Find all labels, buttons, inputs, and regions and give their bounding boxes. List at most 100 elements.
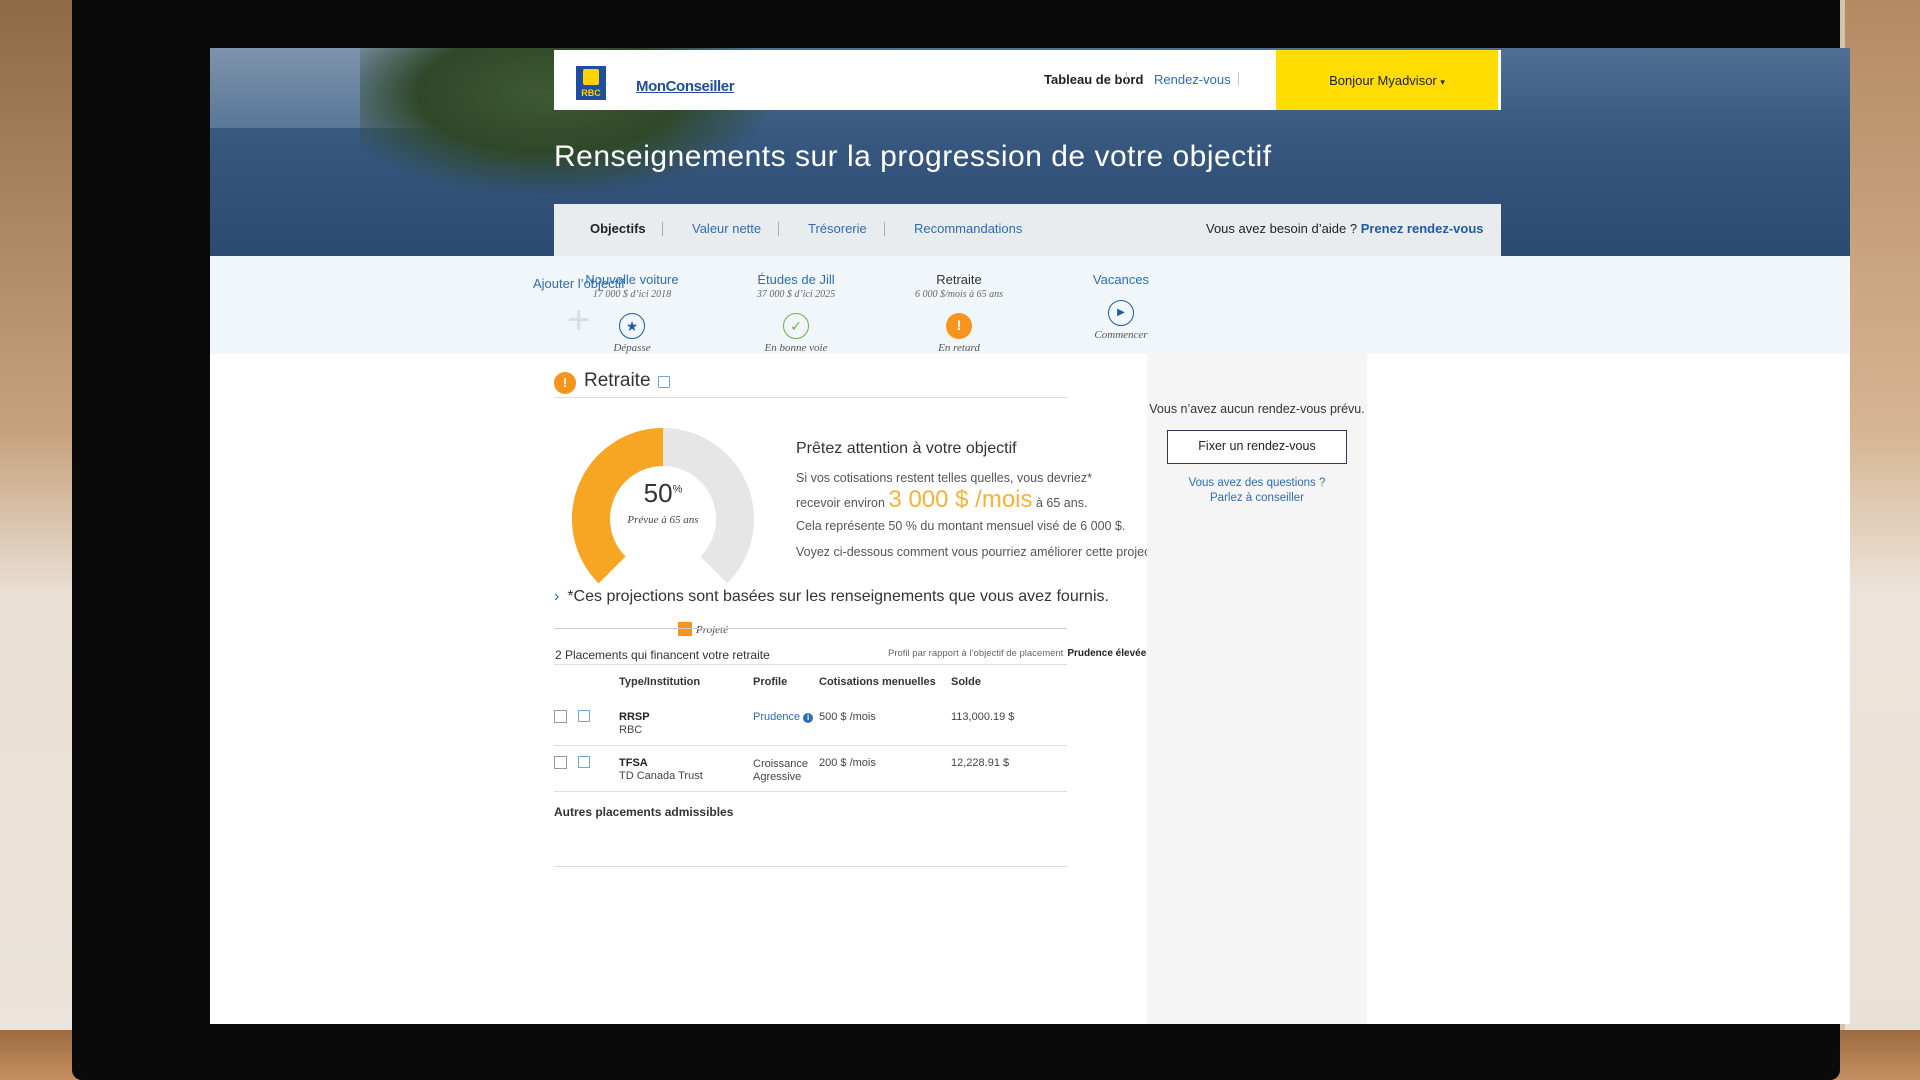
nav-appointments-link[interactable]: Rendez-vous: [1154, 72, 1231, 87]
row-checkbox[interactable]: [554, 710, 567, 723]
divider: [554, 791, 1067, 792]
column-header-balance: Solde: [951, 676, 981, 688]
projection-line-2: recevoir environ 3 000 $ /mois à 65 ans.: [796, 486, 1087, 514]
profile-value: Prudence élevée: [1067, 648, 1147, 659]
nav-dashboard-link[interactable]: Tableau de bord: [1044, 72, 1143, 87]
other-placements-heading: Autres placements admissibles: [554, 805, 734, 819]
profile-summary: Profil par rapport à l’objectif de place…: [888, 648, 1162, 659]
rbc-logo[interactable]: RBC: [576, 66, 606, 100]
schedule-appointment-button[interactable]: Fixer un rendez-vous: [1167, 430, 1347, 464]
account-type: TFSA TD Canada Trust: [619, 757, 703, 783]
goal-name: Vacances: [1092, 272, 1150, 287]
tab-divider: [884, 222, 885, 236]
account-balance: 113,000.19 $: [951, 711, 1015, 723]
goal-name: Nouvelle voiture: [585, 272, 679, 287]
account-type: RRSP RBC: [619, 711, 650, 737]
goal-status: En retard: [938, 342, 980, 354]
no-appointment-text: Vous n’avez aucun rendez-vous prévu.: [1149, 402, 1365, 416]
donut-unit: %: [672, 483, 683, 496]
divider: [554, 628, 1067, 629]
goal-retirement[interactable]: Retraite 6 000 $/mois à 65 ans ! En reta…: [884, 272, 1034, 354]
divider: [554, 664, 1067, 665]
alert-icon: !: [554, 372, 576, 394]
chevron-right-icon: ›: [554, 588, 560, 605]
info-icon[interactable]: i: [803, 713, 814, 723]
section-title: Retraite: [584, 370, 651, 391]
tab-recommendations[interactable]: Recommandations: [914, 221, 1022, 236]
help-text: Vous avez besoin d’aide ?: [1206, 221, 1358, 236]
tab-divider: [778, 222, 779, 236]
background-wall-left: [0, 0, 75, 1080]
brand-link[interactable]: MonConseiller: [636, 78, 735, 95]
profile-label: Croissance: [753, 758, 809, 770]
book-appointment-link[interactable]: Prenez rendez-vous: [1361, 221, 1484, 236]
nav-divider: [1238, 72, 1239, 86]
goal-new-car[interactable]: Nouvelle voiture 17 000 $ d’ici 2018 ★ D…: [557, 272, 707, 354]
star-icon: ★: [619, 313, 645, 339]
projection-line-1: Si vos cotisations restent telles quelle…: [796, 471, 1092, 485]
column-header-profile: Profile: [753, 676, 788, 688]
placements-header: 2 Placements qui financent votre retrait…: [555, 648, 770, 662]
section-tabs: Objectifs Valeur nette Trésorerie Recomm…: [554, 204, 1501, 256]
logo-text: RBC: [581, 88, 601, 98]
attention-title: Prêtez attention à votre objectif: [796, 440, 1017, 457]
tab-objectives[interactable]: Objectifs: [590, 221, 646, 236]
edit-icon[interactable]: [578, 710, 590, 722]
tab-net-worth[interactable]: Valeur nette: [692, 221, 761, 236]
profile-cell: Prudence i: [753, 711, 814, 724]
contact-advisor-link[interactable]: Vous avez des questions ? Parlez à consei…: [1147, 476, 1367, 506]
laptop-frame: Renseignements sur la progression de vot…: [72, 0, 1850, 1080]
projection-pre: recevoir environ: [796, 496, 885, 510]
projection-disclaimer[interactable]: › *Ces projections sont basées sur les re…: [554, 588, 1109, 606]
goal-jill-studies[interactable]: Études de Jill 37 000 $ d’ici 2025 ✓ En …: [721, 272, 871, 354]
institution-label: RBC: [619, 724, 643, 736]
alert-icon: !: [946, 313, 972, 339]
page-title: Renseignements sur la progression de vot…: [554, 140, 1272, 173]
goal-name: Retraite: [936, 272, 982, 287]
goal-name: Études de Jill: [757, 272, 835, 287]
appointment-panel: Vous n’avez aucun rendez-vous prévu. Fix…: [1147, 354, 1367, 1024]
greeting-label: Bonjour Myadvisor: [1329, 73, 1437, 88]
goal-status: En bonne voie: [764, 342, 828, 354]
profile-label: Profil par rapport à l’objectif de place…: [888, 648, 1064, 659]
goal-target: 6 000 $/mois à 65 ans: [914, 289, 1004, 300]
tab-treasury[interactable]: Trésorerie: [808, 221, 867, 236]
edit-icon[interactable]: [578, 756, 590, 768]
caret-down-icon: ▾: [1440, 77, 1445, 87]
chart-legend: Projeté: [678, 622, 728, 636]
donut-caption: Prévue à 65 ans: [627, 514, 699, 526]
monthly-contribution: 200 $ /mois: [819, 757, 876, 769]
row-checkbox[interactable]: [554, 756, 567, 769]
column-header-contributions: Cotisations menuelles: [819, 676, 936, 688]
top-navigation: RBC MonConseiller Tableau de bord Rendez…: [554, 50, 1501, 110]
user-menu-button[interactable]: Bonjour Myadvisor ▾: [1276, 50, 1498, 110]
help-prompt: Vous avez besoin d’aide ? Prenez rendez-…: [1206, 221, 1484, 236]
divider: [554, 745, 1067, 746]
legend-swatch: [678, 622, 692, 636]
lion-shield-icon: [583, 69, 599, 85]
app-screen: Renseignements sur la progression de vot…: [210, 48, 1850, 1024]
projection-line-3: Cela représente 50 % du montant mensuel …: [796, 519, 1126, 533]
background-wall-right: [1845, 0, 1920, 1080]
goal-target: 37 000 $ d’ici 2025: [756, 289, 836, 300]
monthly-contribution: 500 $ /mois: [819, 711, 876, 723]
check-icon: ✓: [783, 313, 809, 339]
nav-divider: [1126, 72, 1127, 86]
projection-line-4: Voyez ci-dessous comment vous pourriez a…: [796, 545, 1174, 559]
institution-label: TD Canada Trust: [619, 770, 703, 782]
projected-amount: 3 000 $ /mois: [888, 486, 1033, 513]
goal-target: 17 000 $ d’ici 2018: [592, 289, 672, 300]
goal-vacation[interactable]: Vacances ▶ Commencer: [1046, 272, 1196, 341]
account-balance: 12,228.91 $: [951, 757, 1010, 769]
play-icon: ▶: [1108, 300, 1134, 326]
disclaimer-text: *Ces projections sont basées sur les ren…: [567, 588, 1109, 605]
legend-label: Projeté: [696, 624, 728, 636]
donut-percentage: 50%: [552, 478, 774, 509]
profile-cell: Croissance Agressive: [753, 758, 808, 784]
goal-status: Commencer: [1094, 329, 1148, 341]
profile-label-2: Agressive: [753, 771, 802, 783]
projection-post: à 65 ans.: [1036, 496, 1088, 510]
divider: [554, 866, 1067, 867]
edit-icon[interactable]: [658, 376, 670, 388]
profile-link[interactable]: Prudence: [753, 711, 800, 723]
